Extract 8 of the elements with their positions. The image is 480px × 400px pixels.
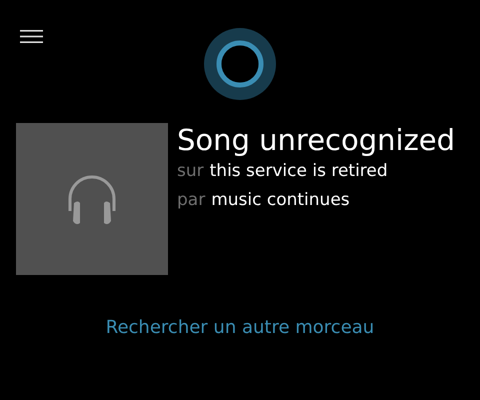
search-again-link[interactable]: Rechercher un autre morceau bbox=[106, 317, 374, 338]
detail-label: sur bbox=[177, 160, 204, 183]
detail-label: par bbox=[177, 189, 206, 212]
menu-icon[interactable] bbox=[20, 30, 43, 43]
song-title: Song unrecognized bbox=[177, 123, 456, 157]
detail-value: this service is retired bbox=[210, 160, 388, 183]
circle-icon[interactable] bbox=[203, 27, 277, 101]
detail-value: music continues bbox=[211, 189, 350, 212]
